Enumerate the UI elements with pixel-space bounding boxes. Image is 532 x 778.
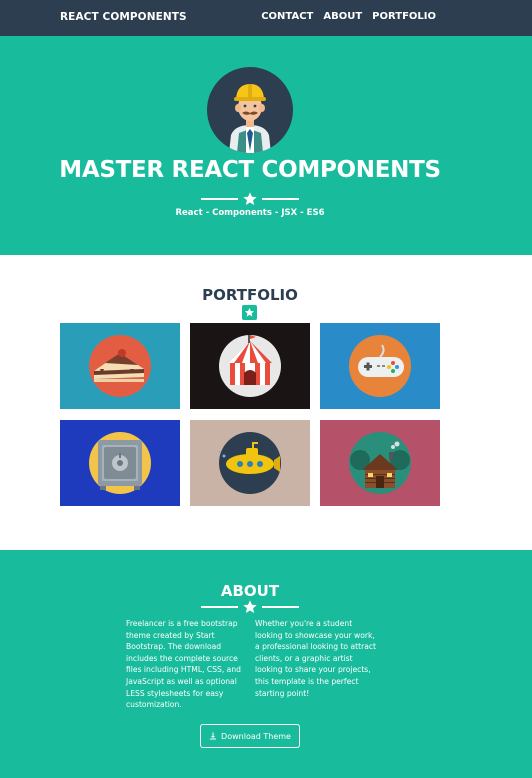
cake-icon <box>89 335 151 397</box>
submarine-icon <box>219 432 281 494</box>
nav-link-contact[interactable]: CONTACT <box>261 11 313 22</box>
avatar-illustration <box>229 84 271 153</box>
portfolio-section: PORTFOLIO <box>0 255 532 550</box>
navbar: REACT COMPONENTS CONTACT ABOUT PORTFOLIO <box>0 0 532 36</box>
about-title: ABOUT <box>220 582 280 600</box>
portfolio-item-safe[interactable] <box>60 420 180 506</box>
nav-link-portfolio[interactable]: PORTFOLIO <box>372 11 436 22</box>
about-text-left: Freelancer is a free bootstrap theme cre… <box>126 619 241 710</box>
nav-link-about[interactable]: ABOUT <box>323 11 362 22</box>
nav-links: CONTACT ABOUT PORTFOLIO <box>261 11 436 22</box>
about-text-right: Whether you're a student looking to show… <box>255 619 377 698</box>
game-controller-icon <box>349 335 411 397</box>
hero-subtitle: React - Components - JSX - ES6 <box>175 208 325 218</box>
hero-star-divider <box>200 191 300 207</box>
portfolio-title: PORTFOLIO <box>202 286 298 304</box>
safe-icon <box>89 432 151 494</box>
hero-title: MASTER REACT COMPONENTS <box>59 157 441 183</box>
brand-link[interactable]: REACT COMPONENTS <box>60 11 187 23</box>
download-theme-label: Download Theme <box>221 731 291 741</box>
portfolio-item-submarine[interactable] <box>190 420 310 506</box>
portfolio-item-cake[interactable] <box>60 323 180 409</box>
star-icon <box>243 192 257 205</box>
portfolio-item-cabin[interactable] <box>320 420 440 506</box>
circus-tent-icon <box>219 335 281 397</box>
star-icon <box>244 307 255 317</box>
about-star-divider <box>200 599 300 615</box>
cabin-icon <box>349 432 411 494</box>
portfolio-item-game[interactable] <box>320 323 440 409</box>
header: MASTER REACT COMPONENTS React - Componen… <box>0 36 532 255</box>
download-theme-button[interactable]: Download Theme <box>200 724 300 748</box>
portfolio-star-badge <box>242 305 257 320</box>
star-icon <box>243 600 257 613</box>
download-icon <box>210 732 217 740</box>
portfolio-item-circus[interactable] <box>190 323 310 409</box>
about-section: ABOUT Freelancer is a free bootstrap the… <box>0 550 532 778</box>
profile-avatar <box>207 67 293 153</box>
